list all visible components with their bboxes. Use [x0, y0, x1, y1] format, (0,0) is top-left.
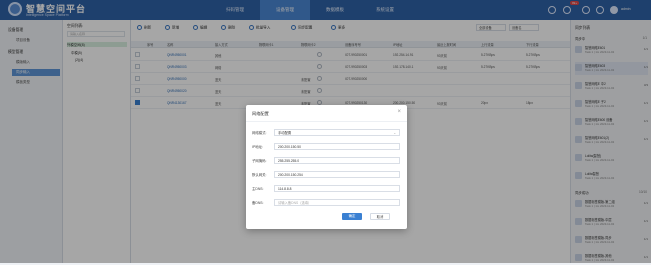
mode-label: 网络模式: — [252, 131, 267, 135]
primary-dns-field[interactable]: 114.8.8.8 — [274, 185, 400, 192]
mask-label: 子网掩码: — [252, 159, 267, 163]
dialog-title: 网络配置 — [252, 111, 269, 116]
subnet-mask-field[interactable]: 255.255.255.0 — [274, 157, 400, 164]
secondary-dns-field[interactable]: 请输入备DNS（选填） — [274, 199, 400, 206]
chevron-down-icon: ⌄ — [393, 131, 396, 135]
dns2-label: 备DNS: — [252, 201, 264, 205]
mode-select[interactable]: 手动配置 ⌄ — [274, 129, 400, 136]
dns1-label: 主DNS: — [252, 187, 264, 191]
ip-label: IP地址: — [252, 145, 263, 149]
dialog-divider — [246, 121, 407, 122]
network-config-dialog: 网络配置 × 网络模式: 手动配置 ⌄ IP地址: 200.200.150.50 … — [246, 105, 407, 229]
gateway-label: 默认网关: — [252, 173, 267, 177]
confirm-button[interactable]: 确定 — [342, 213, 362, 220]
gateway-field[interactable]: 200.200.150.254 — [274, 171, 400, 178]
close-icon[interactable]: × — [397, 109, 401, 115]
ip-field[interactable]: 200.200.150.50 — [274, 143, 400, 150]
cancel-button[interactable]: 取消 — [370, 213, 390, 220]
